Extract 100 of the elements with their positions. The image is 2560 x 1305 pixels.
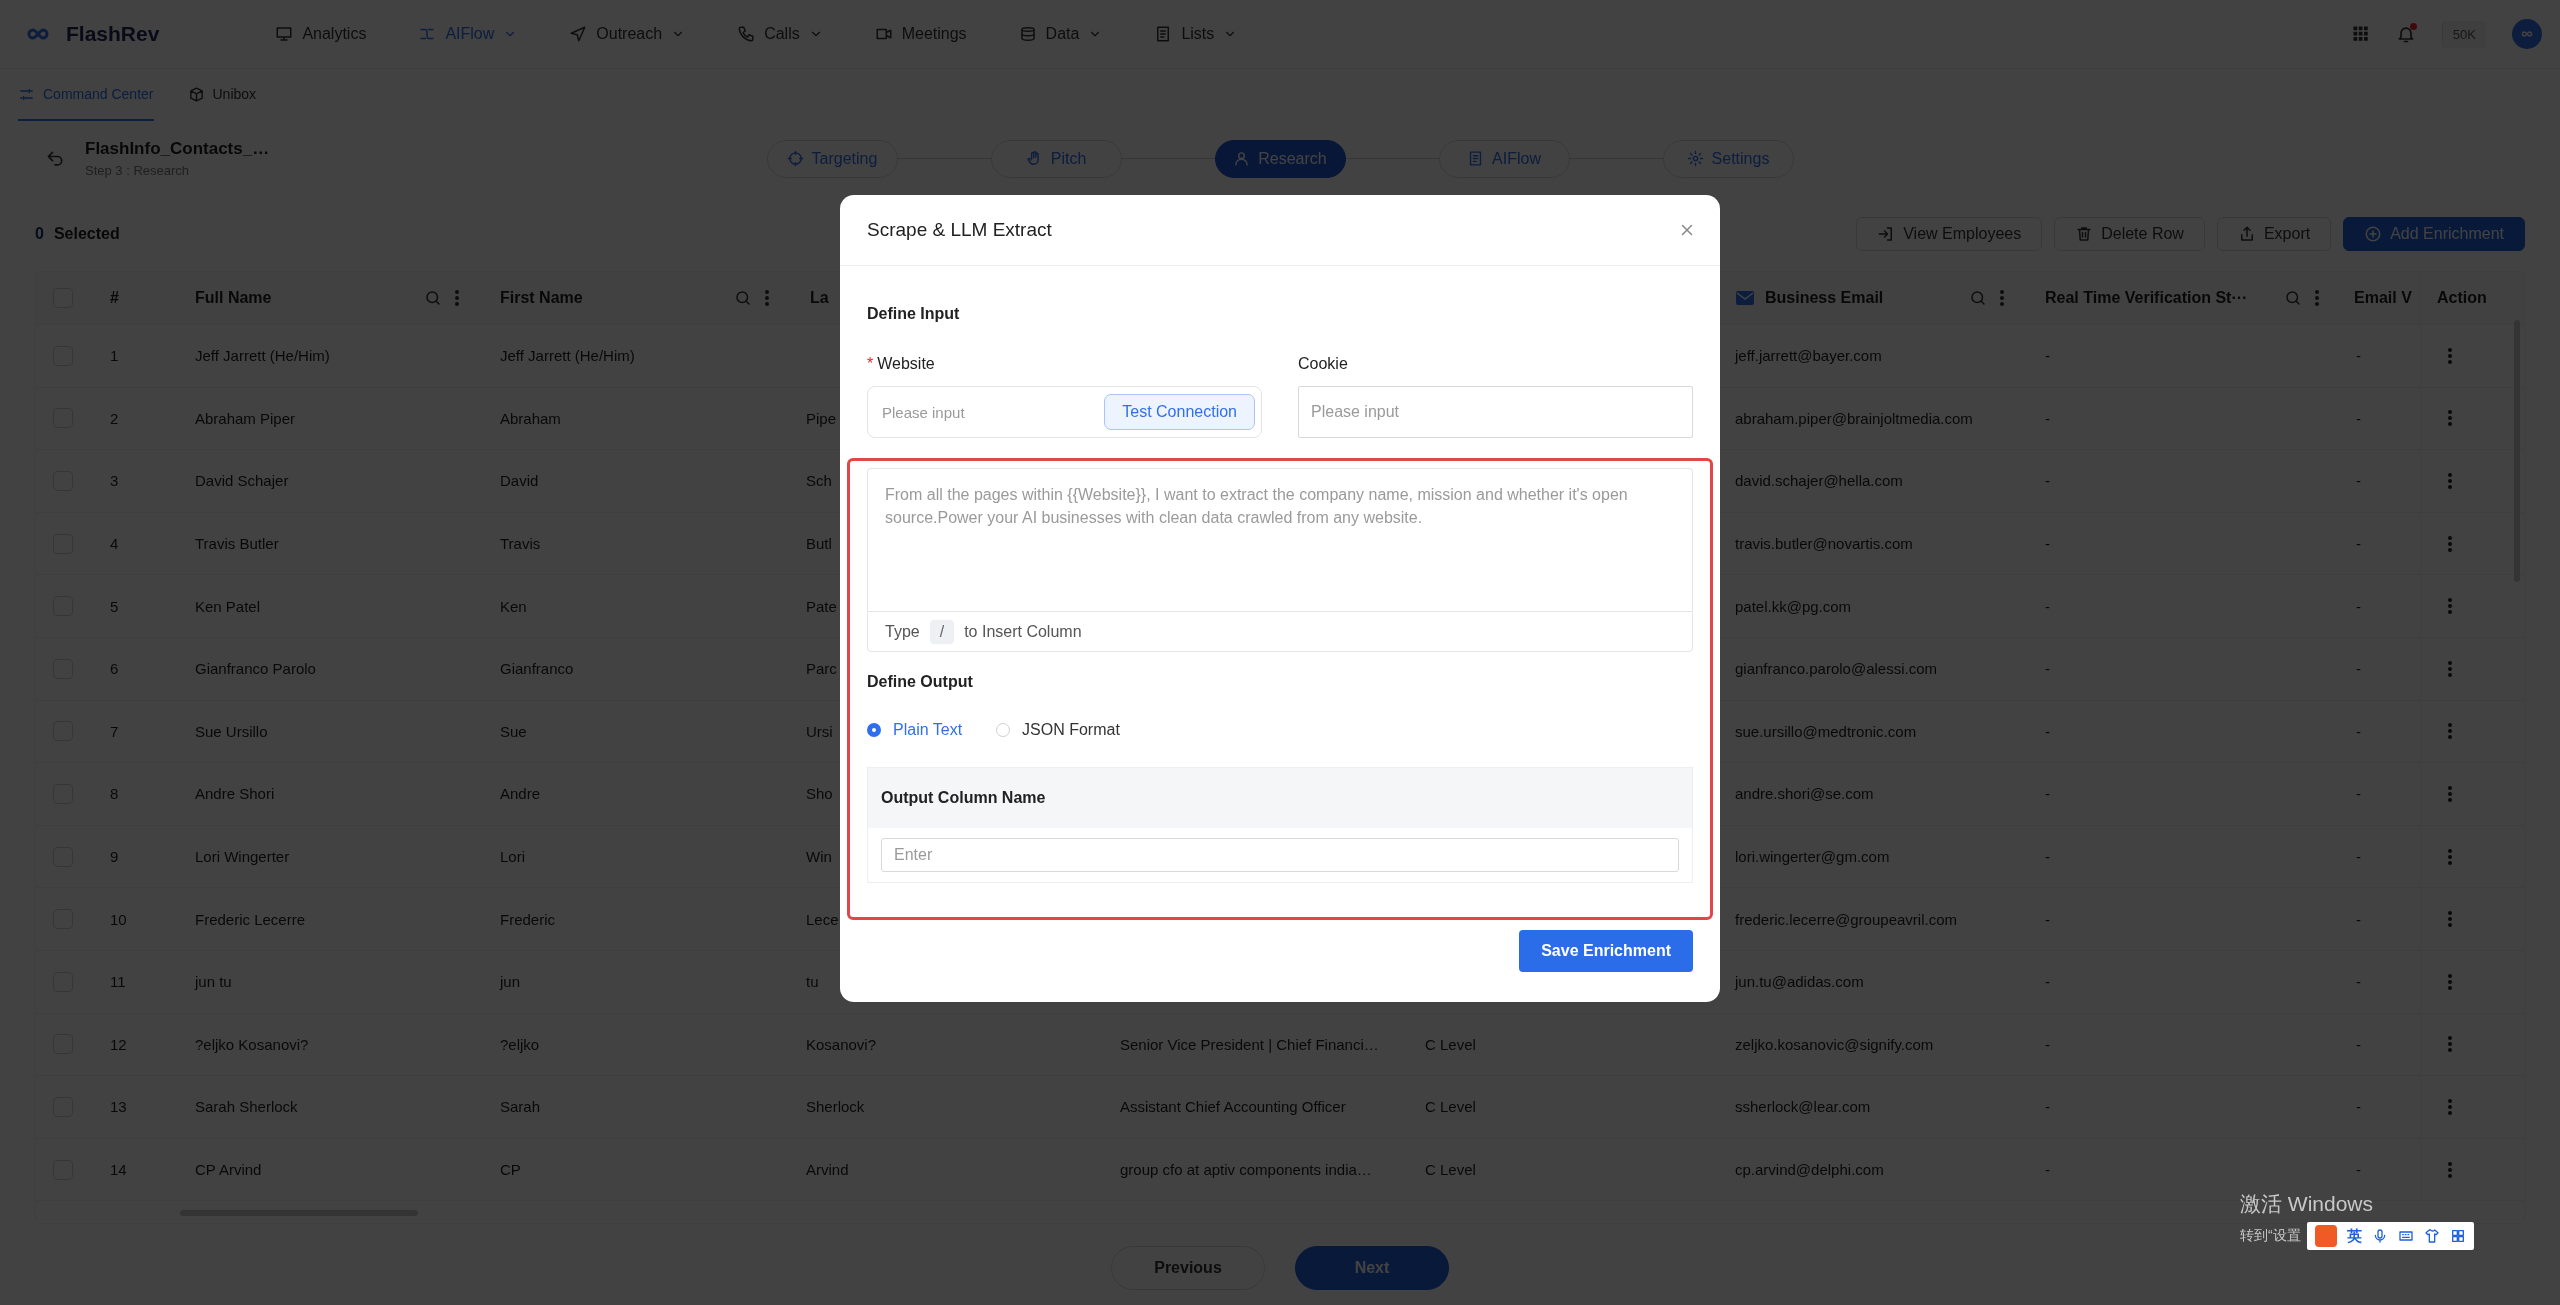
- table-cell: gianfranco.parolo@alessi.com: [1735, 660, 1937, 678]
- more-icon[interactable]: [2447, 346, 2453, 365]
- table-cell: Travis: [500, 535, 541, 553]
- table-cell: -: [2045, 1161, 2050, 1178]
- more-icon[interactable]: [2314, 289, 2320, 307]
- radio-label[interactable]: JSON Format: [1022, 721, 1120, 739]
- activation-title: 激活 Windows: [2240, 1191, 2375, 1217]
- table-cell: -: [2045, 1035, 2050, 1053]
- table-cell: -: [2356, 347, 2361, 365]
- more-icon[interactable]: [2447, 972, 2453, 991]
- table-cell: Assistant Chief Accounting Officer: [1120, 1098, 1346, 1116]
- mail-icon: [1735, 290, 1755, 306]
- save-button[interactable]: Save Enrichment: [1519, 930, 1693, 972]
- table-cell: Sarah Sherlock: [195, 1098, 298, 1116]
- ime-logo-icon[interactable]: [2314, 1225, 2337, 1247]
- cookie-field[interactable]: Please input: [1298, 386, 1693, 438]
- more-icon[interactable]: [2447, 1160, 2453, 1179]
- table-cell: -: [2356, 722, 2361, 740]
- list-title: FlashInfo_Contacts_…: [85, 139, 270, 159]
- brand-name: FlashRev: [66, 22, 160, 46]
- row-number: 1: [110, 347, 119, 365]
- table-cell: Jeff Jarrett (He/Him): [500, 347, 635, 365]
- table-cell: Sch: [806, 472, 832, 490]
- field-label: Website: [877, 354, 935, 374]
- field-label: Cookie: [1298, 354, 1348, 374]
- table-cell: -: [2045, 347, 2050, 365]
- more-icon[interactable]: [2447, 1035, 2453, 1054]
- more-icon[interactable]: [2447, 534, 2453, 553]
- table-cell: -: [2045, 973, 2050, 991]
- more-icon[interactable]: [454, 289, 460, 307]
- table-cell: -: [2356, 597, 2361, 615]
- table-cell: ?eljko Kosanovi?: [195, 1035, 309, 1053]
- more-icon[interactable]: [2447, 472, 2453, 490]
- table-cell: David: [500, 472, 539, 490]
- back-button[interactable]: [45, 148, 65, 169]
- table-cell: Sue Ursillo: [195, 722, 268, 740]
- radio-label[interactable]: Plain Text: [893, 721, 963, 739]
- cube-icon: [187, 85, 205, 103]
- table-cell: andre.shori@se.com: [1735, 785, 1874, 803]
- table-cell: Andre Shori: [195, 785, 275, 803]
- more-icon[interactable]: [2447, 659, 2453, 678]
- table-cell: -: [2356, 472, 2361, 490]
- avatar-icon[interactable]: [2512, 19, 2542, 49]
- ime-toolbar[interactable]: 英: [2306, 1222, 2474, 1250]
- table-cell: -: [2045, 535, 2050, 553]
- table-cell: Frederic Lecerre: [195, 910, 306, 928]
- shirt-icon: [2423, 1228, 2440, 1244]
- table-cell: -: [2045, 660, 2050, 678]
- hint-text: to Insert Column: [964, 622, 1082, 641]
- table-cell: -: [2045, 910, 2050, 928]
- table-cell: Abraham Piper: [195, 409, 296, 427]
- section-heading: Define Output: [867, 672, 974, 692]
- column-header: Business Email: [1765, 289, 1884, 307]
- activation-hint: 转到“设置: [2240, 1227, 2301, 1245]
- row-number: 2: [110, 409, 119, 427]
- row-number: 3: [110, 472, 119, 490]
- row-number: 14: [110, 1161, 127, 1178]
- table-cell: Ken: [500, 597, 527, 615]
- settings-icon: [1686, 150, 1704, 167]
- table-cell: Jeff Jarrett (He/Him): [195, 347, 330, 365]
- back-icon: [45, 148, 65, 169]
- hint-text: Type: [885, 622, 920, 641]
- column-header: #: [110, 289, 119, 307]
- row-number: 7: [110, 722, 119, 740]
- table-cell: cp.arvind@delphi.com: [1735, 1161, 1884, 1178]
- table-cell: -: [2356, 1098, 2361, 1116]
- more-icon[interactable]: [2447, 910, 2453, 929]
- table-cell: David Schajer: [195, 472, 289, 490]
- keyboard-icon: [2397, 1228, 2414, 1244]
- more-icon[interactable]: [2447, 784, 2453, 803]
- row-number: 4: [110, 535, 119, 553]
- trash-icon: [2075, 224, 2094, 243]
- table-cell: lori.wingerter@gm.com: [1735, 848, 1890, 866]
- table-cell: Travis Butler: [195, 535, 279, 553]
- more-icon[interactable]: [2447, 597, 2453, 616]
- more-icon[interactable]: [2447, 409, 2453, 428]
- prompt-field[interactable]: From all the pages within {{Website}}, I want to extract the company name, mission and whether it's open source.Power your AI businesses with clean data crawled from any website.: [867, 468, 1693, 611]
- more-icon[interactable]: [2447, 847, 2453, 866]
- ime-mode[interactable]: 英: [2346, 1226, 2362, 1246]
- table-cell: jeff.jarrett@bayer.com: [1735, 347, 1882, 365]
- apps-icon[interactable]: [2351, 25, 2370, 43]
- more-icon[interactable]: [1999, 289, 2005, 307]
- table-cell: ssherlock@lear.com: [1735, 1098, 1871, 1116]
- selected-count: 0: [35, 224, 44, 243]
- table-cell: Pate: [806, 597, 837, 615]
- search-icon: [2284, 289, 2302, 307]
- table-cell: jun: [500, 973, 521, 991]
- more-icon[interactable]: [2447, 722, 2453, 741]
- table-cell: tu: [806, 973, 819, 991]
- table-cell: ?eljko: [500, 1035, 540, 1053]
- more-icon[interactable]: [2447, 1097, 2453, 1116]
- row-number: 12: [110, 1035, 127, 1053]
- target-icon: [786, 150, 804, 167]
- table-cell: Sue: [500, 722, 527, 740]
- column-name-field[interactable]: Enter: [881, 838, 1679, 872]
- table-cell: Frederic: [500, 910, 555, 928]
- table-cell: Sho: [806, 785, 833, 803]
- radio-button[interactable]: [867, 723, 881, 737]
- test-connection-button[interactable]: Test Connection: [1104, 394, 1255, 430]
- more-icon[interactable]: [764, 289, 770, 307]
